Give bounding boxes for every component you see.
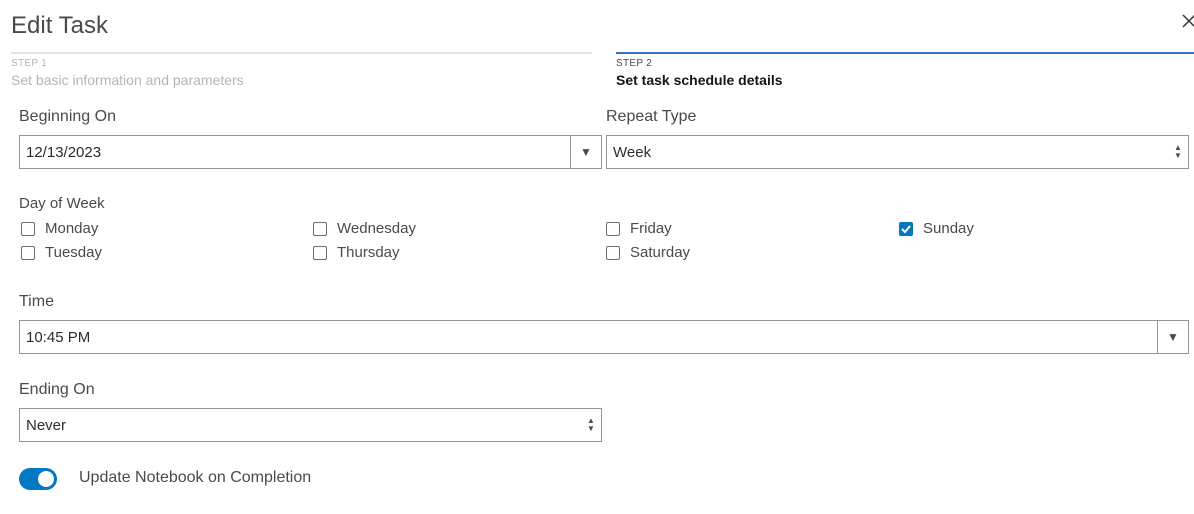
thursday-checkbox[interactable]: Thursday	[313, 244, 400, 261]
sunday-checkbox[interactable]: Sunday	[899, 220, 974, 237]
close-button[interactable]	[1178, 10, 1194, 32]
checkbox-icon[interactable]	[313, 245, 327, 260]
wednesday-checkbox[interactable]: Wednesday	[313, 220, 416, 237]
caret-down-icon[interactable]: ▼	[570, 136, 601, 168]
ending-on-select[interactable]: Never ▲ ▼	[19, 408, 602, 442]
dialog-title: Edit Task	[11, 12, 108, 39]
ending-on-label: Ending On	[19, 381, 95, 398]
tuesday-checkbox[interactable]: Tuesday	[21, 244, 102, 261]
monday-checkbox[interactable]: Monday	[21, 220, 98, 237]
ending-on-value[interactable]: Never	[20, 417, 581, 434]
step-2-description: Set task schedule details	[616, 72, 783, 88]
checkbox-icon[interactable]	[606, 245, 620, 260]
time-label: Time	[19, 293, 54, 310]
checkbox-icon[interactable]	[21, 221, 35, 236]
beginning-on-label: Beginning On	[19, 108, 116, 125]
repeat-type-value[interactable]: Week	[607, 144, 1168, 161]
step-1-description: Set basic information and parameters	[11, 72, 244, 88]
repeat-type-label: Repeat Type	[606, 108, 697, 125]
friday-checkbox[interactable]: Friday	[606, 220, 672, 237]
step-2-tab[interactable]: STEP 2 Set task schedule details	[616, 52, 1194, 94]
checkbox-icon[interactable]	[606, 221, 620, 236]
time-input[interactable]: 10:45 PM ▼	[19, 320, 1189, 354]
caret-down-icon[interactable]: ▼	[1157, 321, 1188, 353]
beginning-on-date-input[interactable]: 12/13/2023 ▼	[19, 135, 602, 169]
checkbox-icon[interactable]	[21, 245, 35, 260]
tuesday-label: Tuesday	[45, 244, 102, 261]
monday-label: Monday	[45, 220, 99, 237]
step-1-number: STEP 1	[11, 58, 48, 69]
step-2-number: STEP 2	[616, 58, 653, 69]
friday-label: Friday	[630, 220, 672, 237]
update-notebook-label: Update Notebook on Completion	[79, 469, 312, 486]
saturday-label: Saturday	[630, 244, 691, 261]
update-notebook-toggle[interactable]	[19, 468, 57, 490]
day-of-week-label: Day of Week	[19, 195, 105, 212]
thursday-label: Thursday	[337, 244, 400, 261]
repeat-type-select[interactable]: Week ▲ ▼	[606, 135, 1189, 169]
toggle-knob	[38, 471, 54, 487]
checkmark-icon[interactable]	[899, 221, 913, 236]
close-icon[interactable]	[1178, 10, 1194, 32]
wednesday-label: Wednesday	[337, 220, 416, 237]
beginning-on-value[interactable]: 12/13/2023	[20, 144, 570, 161]
checkbox-icon[interactable]	[313, 221, 327, 236]
spinner-icon[interactable]: ▲ ▼	[581, 417, 601, 433]
time-value[interactable]: 10:45 PM	[20, 329, 1157, 346]
step-1-tab[interactable]: STEP 1 Set basic information and paramet…	[11, 52, 592, 94]
saturday-checkbox[interactable]: Saturday	[606, 244, 690, 261]
sunday-label: Sunday	[923, 220, 974, 237]
spinner-icon[interactable]: ▲ ▼	[1168, 144, 1188, 160]
